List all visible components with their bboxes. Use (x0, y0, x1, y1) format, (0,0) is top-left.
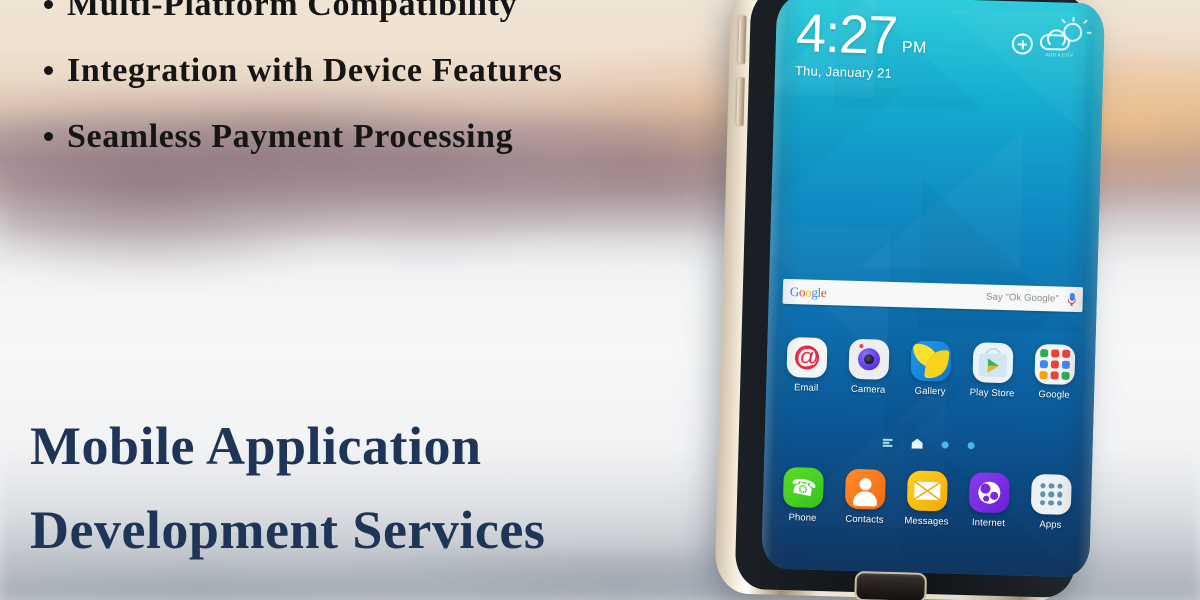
folder-mini-app-icon (1040, 349, 1049, 358)
apps-grid-icon (1030, 473, 1072, 515)
app-label: Contacts (845, 513, 884, 526)
page-title-line-2: Development Services (30, 500, 546, 560)
clock-widget[interactable]: 4:27 PM Thu, January 21 (795, 3, 928, 82)
bullet-dot-icon (44, 132, 53, 141)
cloud-icon (1039, 33, 1071, 51)
plus-circle-icon[interactable] (1011, 33, 1034, 55)
folder-mini-app-icon (1050, 360, 1060, 369)
folder-mini-app-icon (1050, 349, 1060, 358)
volume-down-button[interactable] (736, 77, 745, 126)
search-hint-label: Say "Ok Google" (985, 291, 1059, 305)
google-folder-icon (1034, 343, 1076, 386)
apps-grid-dot (1048, 500, 1054, 506)
app-label: Camera (850, 383, 886, 396)
apps-grid-dot (1039, 499, 1046, 506)
bullet-dot-icon (44, 66, 53, 75)
app-apps-drawer[interactable]: Apps (1022, 473, 1080, 532)
messages-envelope-icon (906, 470, 948, 512)
apps-grid-dot (1040, 491, 1046, 497)
app-label: Email (793, 382, 819, 394)
play-store-bag-icon (972, 342, 1014, 384)
list-item: Integration with Device Features (44, 50, 704, 106)
page-dot[interactable] (967, 441, 975, 449)
folder-mini-app-icon (1061, 371, 1070, 380)
gallery-leaf-icon (910, 340, 952, 382)
apps-grid-dot (1048, 483, 1055, 489)
bullet-label: Seamless Payment Processing (67, 118, 514, 155)
folder-mini-app-icon (1039, 370, 1049, 380)
apps-grid-dot (1040, 483, 1046, 489)
promo-banner: Multi-Platform Compatibility Integration… (0, 0, 1200, 600)
app-label: Messages (904, 515, 949, 528)
briefing-lines-icon[interactable] (882, 438, 893, 447)
folder-mini-app-icon (1050, 371, 1059, 380)
smartphone-mockup: 4:27 PM Thu, January 21 ADD A CITY Googl… (700, 0, 1106, 600)
page-dot[interactable] (941, 440, 949, 449)
app-label: Internet (971, 517, 1006, 530)
weather-widget[interactable]: ADD A CITY (1011, 16, 1092, 67)
phone-handset-icon: ☎ (782, 466, 824, 509)
clock-time: 4:27 (795, 3, 898, 66)
app-email[interactable]: @ Email (778, 337, 836, 395)
clock-ampm: PM (901, 39, 928, 57)
app-google-folder[interactable]: Google (1026, 343, 1084, 402)
app-contacts[interactable]: Contacts (836, 468, 894, 526)
bullet-label: Multi-Platform Compatibility (67, 0, 518, 23)
app-phone[interactable]: ☎ Phone (774, 466, 832, 525)
app-label: Google (1038, 389, 1070, 401)
page-title-line-1: Mobile Application (30, 416, 482, 476)
apps-grid-dot (1056, 491, 1063, 498)
home-screen-dock: ☎ Phone Contacts Messages Internet Apps (762, 466, 1091, 531)
microphone-icon[interactable] (1067, 292, 1076, 306)
app-gallery[interactable]: Gallery (902, 340, 960, 398)
app-label: Phone (788, 512, 817, 524)
app-camera[interactable]: Camera (840, 338, 898, 397)
app-internet[interactable]: Internet (960, 472, 1018, 530)
page-title: Mobile Application Development Services (30, 404, 730, 572)
bullet-dot-icon (44, 0, 53, 9)
folder-mini-app-icon (1061, 349, 1071, 359)
apps-grid-dot (1056, 500, 1063, 506)
app-label: Play Store (969, 387, 1015, 400)
internet-globe-icon (968, 472, 1010, 514)
bullet-label: Integration with Device Features (67, 52, 563, 89)
camera-lens-icon (848, 338, 890, 380)
home-button[interactable] (854, 570, 928, 600)
app-label: Apps (1039, 519, 1062, 531)
contacts-person-icon (844, 468, 886, 510)
phone-metal-frame: 4:27 PM Thu, January 21 ADD A CITY Googl… (714, 0, 1106, 600)
home-icon[interactable] (912, 439, 923, 449)
app-play-store[interactable]: Play Store (964, 342, 1022, 400)
weather-caption: ADD A CITY (1045, 52, 1074, 58)
volume-up-button[interactable] (738, 15, 747, 64)
phone-screen[interactable]: 4:27 PM Thu, January 21 ADD A CITY Googl… (761, 0, 1106, 578)
apps-grid-dot (1057, 483, 1063, 490)
feature-bullet-list: Multi-Platform Compatibility Integration… (44, 0, 704, 182)
email-at-icon: @ (786, 337, 828, 379)
app-messages[interactable]: Messages (898, 470, 956, 528)
phone-bezel: 4:27 PM Thu, January 21 ADD A CITY Googl… (734, 0, 1106, 599)
app-label: Gallery (914, 385, 946, 398)
folder-mini-app-icon (1039, 359, 1049, 369)
apps-grid-dot (1048, 491, 1055, 498)
list-item: Multi-Platform Compatibility (44, 0, 704, 40)
google-logo: Google (789, 283, 827, 300)
list-item: Seamless Payment Processing (44, 116, 704, 172)
folder-mini-app-icon (1061, 360, 1071, 370)
home-screen-app-row: @ Email Camera Gallery Play Store Google (766, 336, 1095, 401)
